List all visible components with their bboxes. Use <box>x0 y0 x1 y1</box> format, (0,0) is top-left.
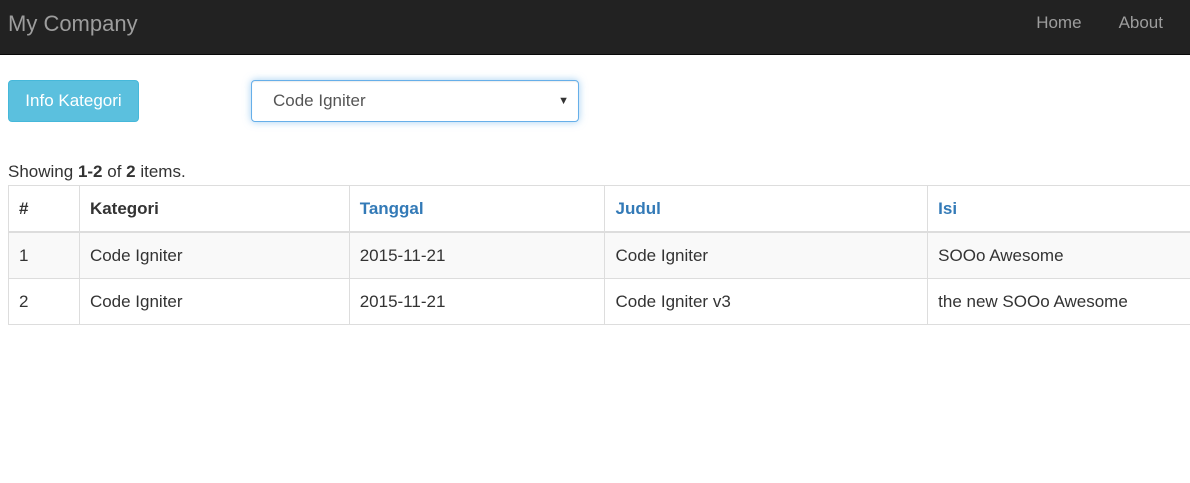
chevron-down-icon: ▼ <box>558 95 569 107</box>
category-select-value: Code Igniter <box>273 91 366 110</box>
header-tanggal-sort-link[interactable]: Tanggal <box>348 185 606 233</box>
table-row: 1 Code Igniter 2015-11-21 Code Igniter S… <box>8 231 1190 279</box>
cell-judul: Code Igniter <box>604 231 929 279</box>
summary-total: 2 <box>126 162 136 181</box>
header-number: # <box>8 185 80 233</box>
cell-kategori: Code Igniter <box>78 231 350 279</box>
header-judul-sort-link[interactable]: Judul <box>604 185 929 233</box>
summary-middle: of <box>102 162 127 181</box>
header-kategori: Kategori <box>78 185 350 233</box>
summary-suffix: items. <box>135 162 186 181</box>
header-isi-sort-link[interactable]: Isi <box>927 185 1190 233</box>
cell-tanggal: 2015-11-21 <box>348 278 606 325</box>
results-summary: Showing 1-2 of 2 items. <box>8 162 186 182</box>
brand-link[interactable]: My Company <box>8 11 138 37</box>
top-navbar: My Company Home About <box>0 0 1190 55</box>
articles-table: # Kategori Tanggal Judul Isi 1 Code Igni… <box>8 185 1190 325</box>
cell-number: 2 <box>8 278 80 325</box>
cell-isi: SOOo Awesome <box>927 231 1190 279</box>
info-kategori-button[interactable]: Info Kategori <box>8 80 139 122</box>
table-row: 2 Code Igniter 2015-11-21 Code Igniter v… <box>8 278 1190 325</box>
cell-judul: Code Igniter v3 <box>604 278 929 325</box>
cell-kategori: Code Igniter <box>78 278 350 325</box>
cell-isi: the new SOOo Awesome <box>927 278 1190 325</box>
cell-number: 1 <box>8 231 80 279</box>
summary-prefix: Showing <box>8 162 78 181</box>
cell-tanggal: 2015-11-21 <box>348 231 606 279</box>
nav-about-link[interactable]: About <box>1096 0 1190 55</box>
nav-home-link[interactable]: Home <box>1013 0 1095 55</box>
table-header-row: # Kategori Tanggal Judul Isi <box>8 185 1190 233</box>
summary-range: 1-2 <box>77 162 103 181</box>
nav-links: Home About <box>1013 0 1190 55</box>
category-select[interactable]: Code Igniter ▼ <box>251 80 579 122</box>
